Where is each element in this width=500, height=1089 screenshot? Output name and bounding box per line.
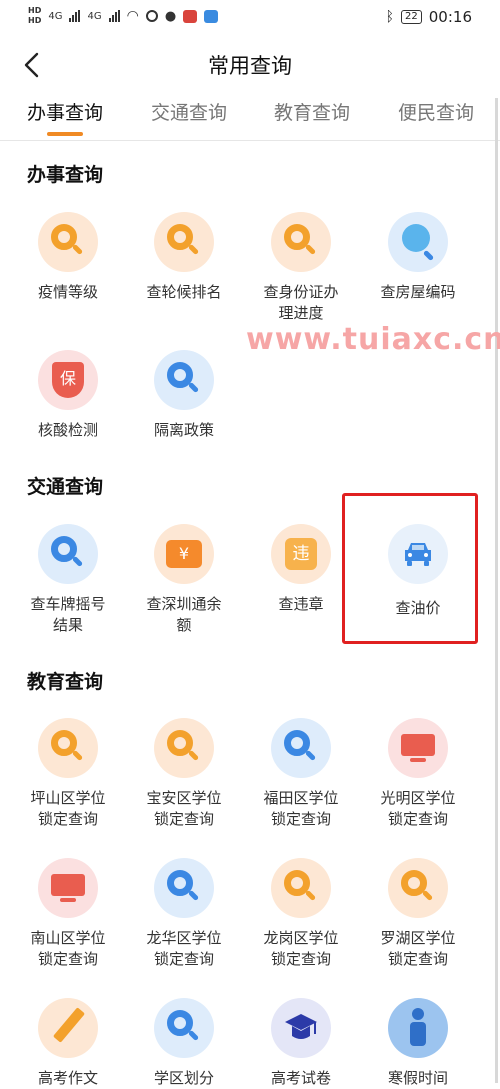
grid-item-futian[interactable]: 福田区学位锁定查询 <box>243 718 359 830</box>
graduation-cap-icon <box>271 998 331 1058</box>
app-icon-red <box>183 9 198 23</box>
battery-icon: 22 <box>401 10 422 24</box>
signal-1-label: 4G <box>48 10 63 22</box>
wifi-icon: ◠ <box>126 8 139 24</box>
sync-icon <box>145 10 158 22</box>
grid-item-xuequ[interactable]: 学区划分 <box>126 998 242 1089</box>
tab-banshi[interactable]: 办事查询 <box>27 98 103 125</box>
pencil-icon <box>38 998 98 1058</box>
grid-item-longgang[interactable]: 龙岗区学位锁定查询 <box>243 858 359 970</box>
section-title-jiaotong: 交通查询 <box>27 476 104 498</box>
app-icon-blue <box>204 9 219 23</box>
violation-icon: 违 <box>271 524 331 584</box>
page-title: 常用查询 <box>208 54 292 78</box>
search-icon <box>271 718 331 778</box>
monitor-icon <box>38 858 98 918</box>
search-icon <box>271 858 331 918</box>
grid-item-longhua[interactable]: 龙华区学位锁定查询 <box>126 858 242 970</box>
tab-indicator <box>47 132 83 136</box>
status-bar: HD HD 4G 4G ◠ ● ᛒ 22 00:16 <box>0 0 500 36</box>
clock: 00:16 <box>428 8 472 26</box>
section-title-banshi: 办事查询 <box>27 164 104 186</box>
search-icon <box>154 212 214 272</box>
signal-icon-2 <box>108 10 120 22</box>
hd-indicator: HD HD <box>28 6 42 25</box>
search-icon <box>388 212 448 272</box>
search-icon <box>154 718 214 778</box>
scrollbar[interactable] <box>495 98 498 1083</box>
search-icon <box>154 998 214 1058</box>
grid-item-chepai[interactable]: 查车牌摇号结果 <box>10 524 126 636</box>
person-icon <box>388 998 448 1058</box>
grid-item-shenfenzheng[interactable]: 查身份证办理进度 <box>243 212 359 324</box>
grid-item-pingshan[interactable]: 坪山区学位锁定查询 <box>10 718 126 830</box>
section-title-jiaoyu: 教育查询 <box>27 671 104 693</box>
search-icon <box>154 858 214 918</box>
watermark: www.tuiaxc.cn <box>246 322 500 357</box>
search-icon <box>271 212 331 272</box>
grid-item-guangming[interactable]: 光明区学位锁定查询 <box>360 718 476 830</box>
grid-item-yiqing[interactable]: 疫情等级 <box>10 212 126 303</box>
search-icon <box>388 858 448 918</box>
shield-icon: 保 <box>38 350 98 410</box>
yen-card-icon: ¥ <box>154 524 214 584</box>
search-icon <box>38 718 98 778</box>
grid-item-lunhou[interactable]: 查轮候排名 <box>126 212 242 303</box>
tab-bianmin[interactable]: 便民查询 <box>398 98 474 125</box>
search-icon <box>38 212 98 272</box>
signal-2-label: 4G <box>87 10 102 22</box>
tab-jiaoyu[interactable]: 教育查询 <box>274 98 350 125</box>
grid-item-hanjia[interactable]: 寒假时间 <box>360 998 476 1089</box>
monitor-icon <box>388 718 448 778</box>
grid-item-nanshan[interactable]: 南山区学位锁定查询 <box>10 858 126 970</box>
header: 常用查询 <box>0 36 500 96</box>
tab-jiaotong[interactable]: 交通查询 <box>151 98 227 125</box>
bluetooth-icon: ᛒ <box>385 9 395 25</box>
grid-item-gaokao-zuowen[interactable]: 高考作文 <box>10 998 126 1089</box>
grid-item-hesuan[interactable]: 保 核酸检测 <box>10 350 126 441</box>
highlight-box <box>342 493 478 644</box>
grid-item-gaokao-shijuan[interactable]: 高考试卷 <box>243 998 359 1089</box>
grid-item-shenzhentong[interactable]: ¥ 查深圳通余额 <box>126 524 242 636</box>
grid-item-fangwu[interactable]: 查房屋编码 <box>360 212 476 303</box>
signal-icon <box>69 10 81 22</box>
grid-item-luohu[interactable]: 罗湖区学位锁定查询 <box>360 858 476 970</box>
search-icon <box>154 350 214 410</box>
search-icon <box>38 524 98 584</box>
grid-item-baoan[interactable]: 宝安区学位锁定查询 <box>126 718 242 830</box>
grid-item-geli[interactable]: 隔离政策 <box>126 350 242 441</box>
wechat-icon: ● <box>164 8 177 24</box>
